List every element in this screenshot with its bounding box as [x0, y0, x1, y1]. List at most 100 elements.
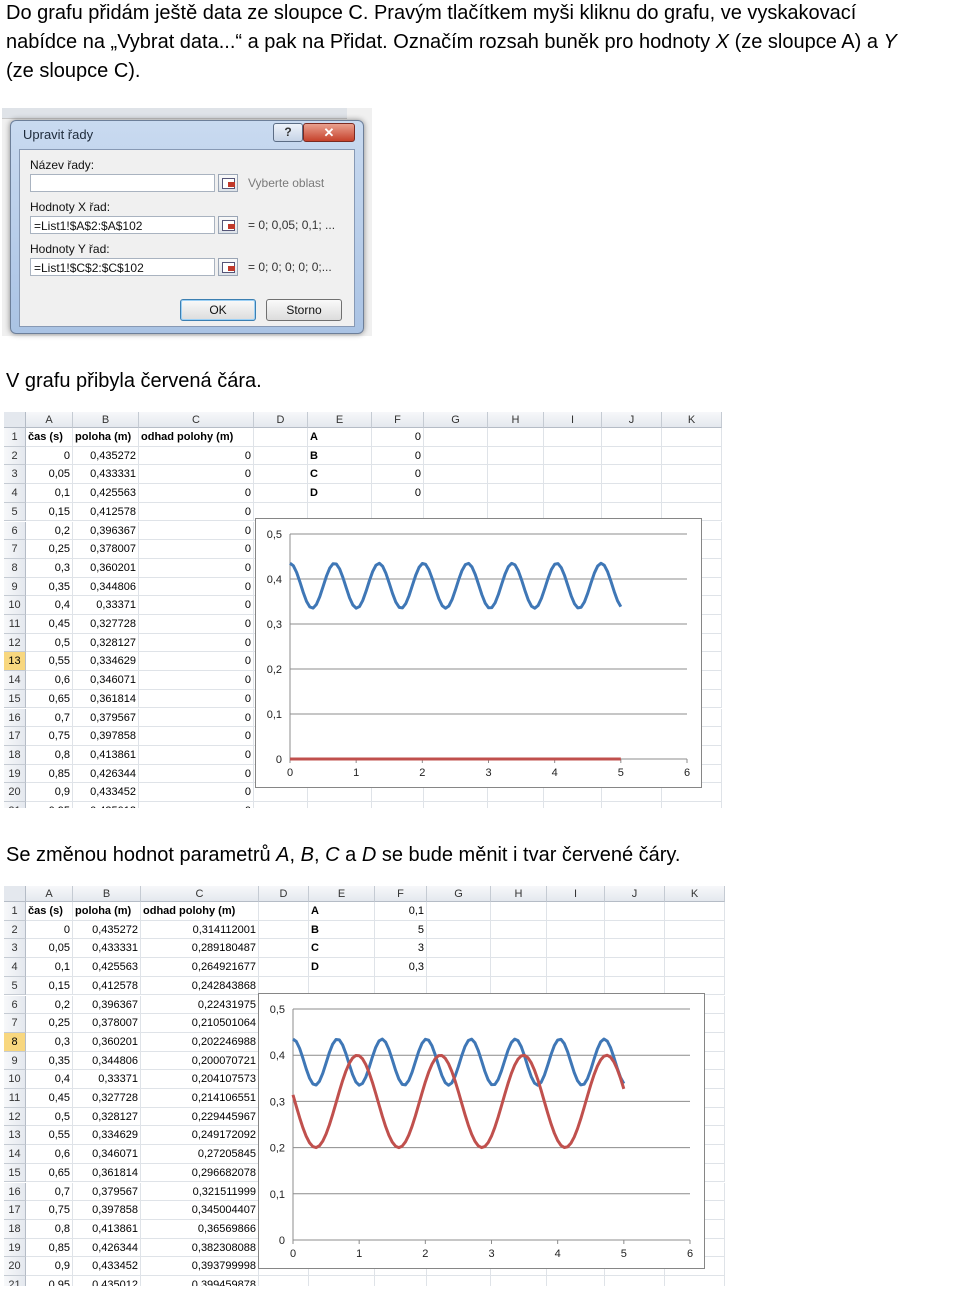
cell[interactable]: 0,95 [26, 802, 73, 808]
row-header[interactable]: 6 [4, 995, 26, 1015]
cell[interactable]: 0,433452 [73, 1257, 141, 1276]
column-header[interactable]: H [488, 412, 544, 428]
help-button[interactable]: ? [273, 123, 303, 142]
cell[interactable] [665, 902, 725, 921]
cell[interactable]: 0,65 [26, 1163, 73, 1183]
cell[interactable] [488, 802, 544, 808]
cell[interactable] [259, 1276, 309, 1286]
cell[interactable]: 0,328127 [73, 633, 139, 653]
cell[interactable]: 0 [26, 446, 73, 466]
cell[interactable] [547, 939, 605, 959]
cell[interactable]: 0,360201 [73, 1032, 141, 1052]
cell[interactable]: 0,36569866 [141, 1219, 259, 1239]
cell[interactable]: 0,75 [26, 1201, 73, 1220]
cell[interactable]: 0,7 [26, 1182, 73, 1202]
cell[interactable] [544, 465, 602, 485]
cell[interactable] [424, 465, 488, 485]
cell[interactable] [547, 1276, 605, 1286]
cell[interactable] [602, 484, 662, 503]
cell[interactable] [544, 802, 602, 808]
cell[interactable] [605, 958, 665, 977]
column-header[interactable]: J [602, 412, 662, 428]
cell[interactable]: 0 [139, 577, 254, 597]
x-values-input[interactable]: =List1!$A$2:$A$102 [30, 216, 215, 234]
cell[interactable]: 0 [139, 802, 254, 808]
cell[interactable]: 0,360201 [73, 558, 139, 578]
column-header[interactable]: B [73, 886, 141, 902]
cell[interactable]: B [308, 446, 372, 466]
column-header[interactable]: A [26, 886, 73, 902]
cell[interactable]: 0,7 [26, 708, 73, 728]
row-header[interactable]: 1 [4, 902, 26, 921]
cell[interactable]: 0,242843868 [141, 976, 259, 996]
cell[interactable] [665, 939, 725, 959]
cell[interactable] [254, 428, 308, 447]
cell[interactable]: 0,204107573 [141, 1070, 259, 1089]
cell[interactable]: čas (s) [26, 428, 73, 447]
cell[interactable]: 0,321511999 [141, 1182, 259, 1202]
cell[interactable]: odhad polohy (m) [139, 428, 254, 447]
cell[interactable]: 0,328127 [73, 1107, 141, 1127]
cell[interactable] [254, 465, 308, 485]
cell[interactable]: 0,25 [26, 540, 73, 559]
cell[interactable] [547, 902, 605, 921]
cell[interactable]: 5 [375, 920, 427, 940]
cell[interactable]: 0,75 [26, 727, 73, 746]
cell[interactable]: 0,15 [26, 976, 73, 996]
cell[interactable]: 0,346071 [73, 1145, 141, 1164]
cell[interactable] [602, 465, 662, 485]
y-values-input[interactable]: =List1!$C$2:$C$102 [30, 258, 215, 276]
cell[interactable] [665, 1276, 725, 1286]
row-header[interactable]: 18 [4, 745, 26, 765]
cell[interactable] [491, 939, 547, 959]
range-select-icon[interactable] [218, 258, 238, 276]
cell[interactable] [424, 802, 488, 808]
cell[interactable]: 0,5 [26, 633, 73, 653]
cell[interactable]: 0,55 [26, 652, 73, 672]
cell[interactable]: 0 [139, 596, 254, 615]
row-header[interactable]: 15 [4, 689, 26, 709]
cell[interactable] [259, 920, 309, 940]
cell[interactable]: 0,334629 [73, 652, 139, 672]
cell[interactable]: 0,8 [26, 1219, 73, 1239]
cell[interactable]: 0 [26, 920, 73, 940]
cell[interactable]: 0 [139, 446, 254, 466]
column-header[interactable]: D [259, 886, 309, 902]
cell[interactable]: 0,8 [26, 745, 73, 765]
cell[interactable]: 0,378007 [73, 540, 139, 559]
cell[interactable]: 0,3 [375, 958, 427, 977]
column-header[interactable]: G [427, 886, 491, 902]
row-header[interactable]: 20 [4, 1257, 26, 1276]
row-header[interactable]: 16 [4, 708, 26, 728]
cell[interactable]: 0,314112001 [141, 920, 259, 940]
row-header[interactable]: 19 [4, 764, 26, 784]
row-header[interactable]: 3 [4, 465, 26, 485]
cell[interactable]: 0 [139, 558, 254, 578]
cell[interactable]: 0,210501064 [141, 1014, 259, 1033]
cell[interactable]: 0 [139, 708, 254, 728]
cell[interactable] [665, 920, 725, 940]
cell[interactable]: 0,95 [26, 1276, 73, 1286]
cell[interactable] [424, 484, 488, 503]
column-header[interactable]: G [424, 412, 488, 428]
cell[interactable]: 0 [139, 615, 254, 634]
cell[interactable]: 0,296682078 [141, 1163, 259, 1183]
cell[interactable]: 0,9 [26, 1257, 73, 1276]
cell[interactable] [427, 1276, 491, 1286]
cell[interactable]: čas (s) [26, 902, 73, 921]
cell[interactable]: 0 [139, 671, 254, 690]
cell[interactable]: 0 [139, 484, 254, 503]
cell[interactable]: poloha (m) [73, 428, 139, 447]
cell[interactable]: 0 [372, 428, 424, 447]
cell[interactable] [547, 958, 605, 977]
column-header[interactable]: C [141, 886, 259, 902]
cell[interactable]: 0,327728 [73, 1089, 141, 1108]
cell[interactable] [662, 465, 722, 485]
cell[interactable]: 0,379567 [73, 708, 139, 728]
row-header[interactable]: 7 [4, 1014, 26, 1033]
cell[interactable]: B [309, 920, 375, 940]
cell[interactable]: 0,378007 [73, 1014, 141, 1033]
cell[interactable]: A [308, 428, 372, 447]
cell[interactable]: 0,4 [26, 596, 73, 615]
row-header[interactable]: 9 [4, 577, 26, 597]
